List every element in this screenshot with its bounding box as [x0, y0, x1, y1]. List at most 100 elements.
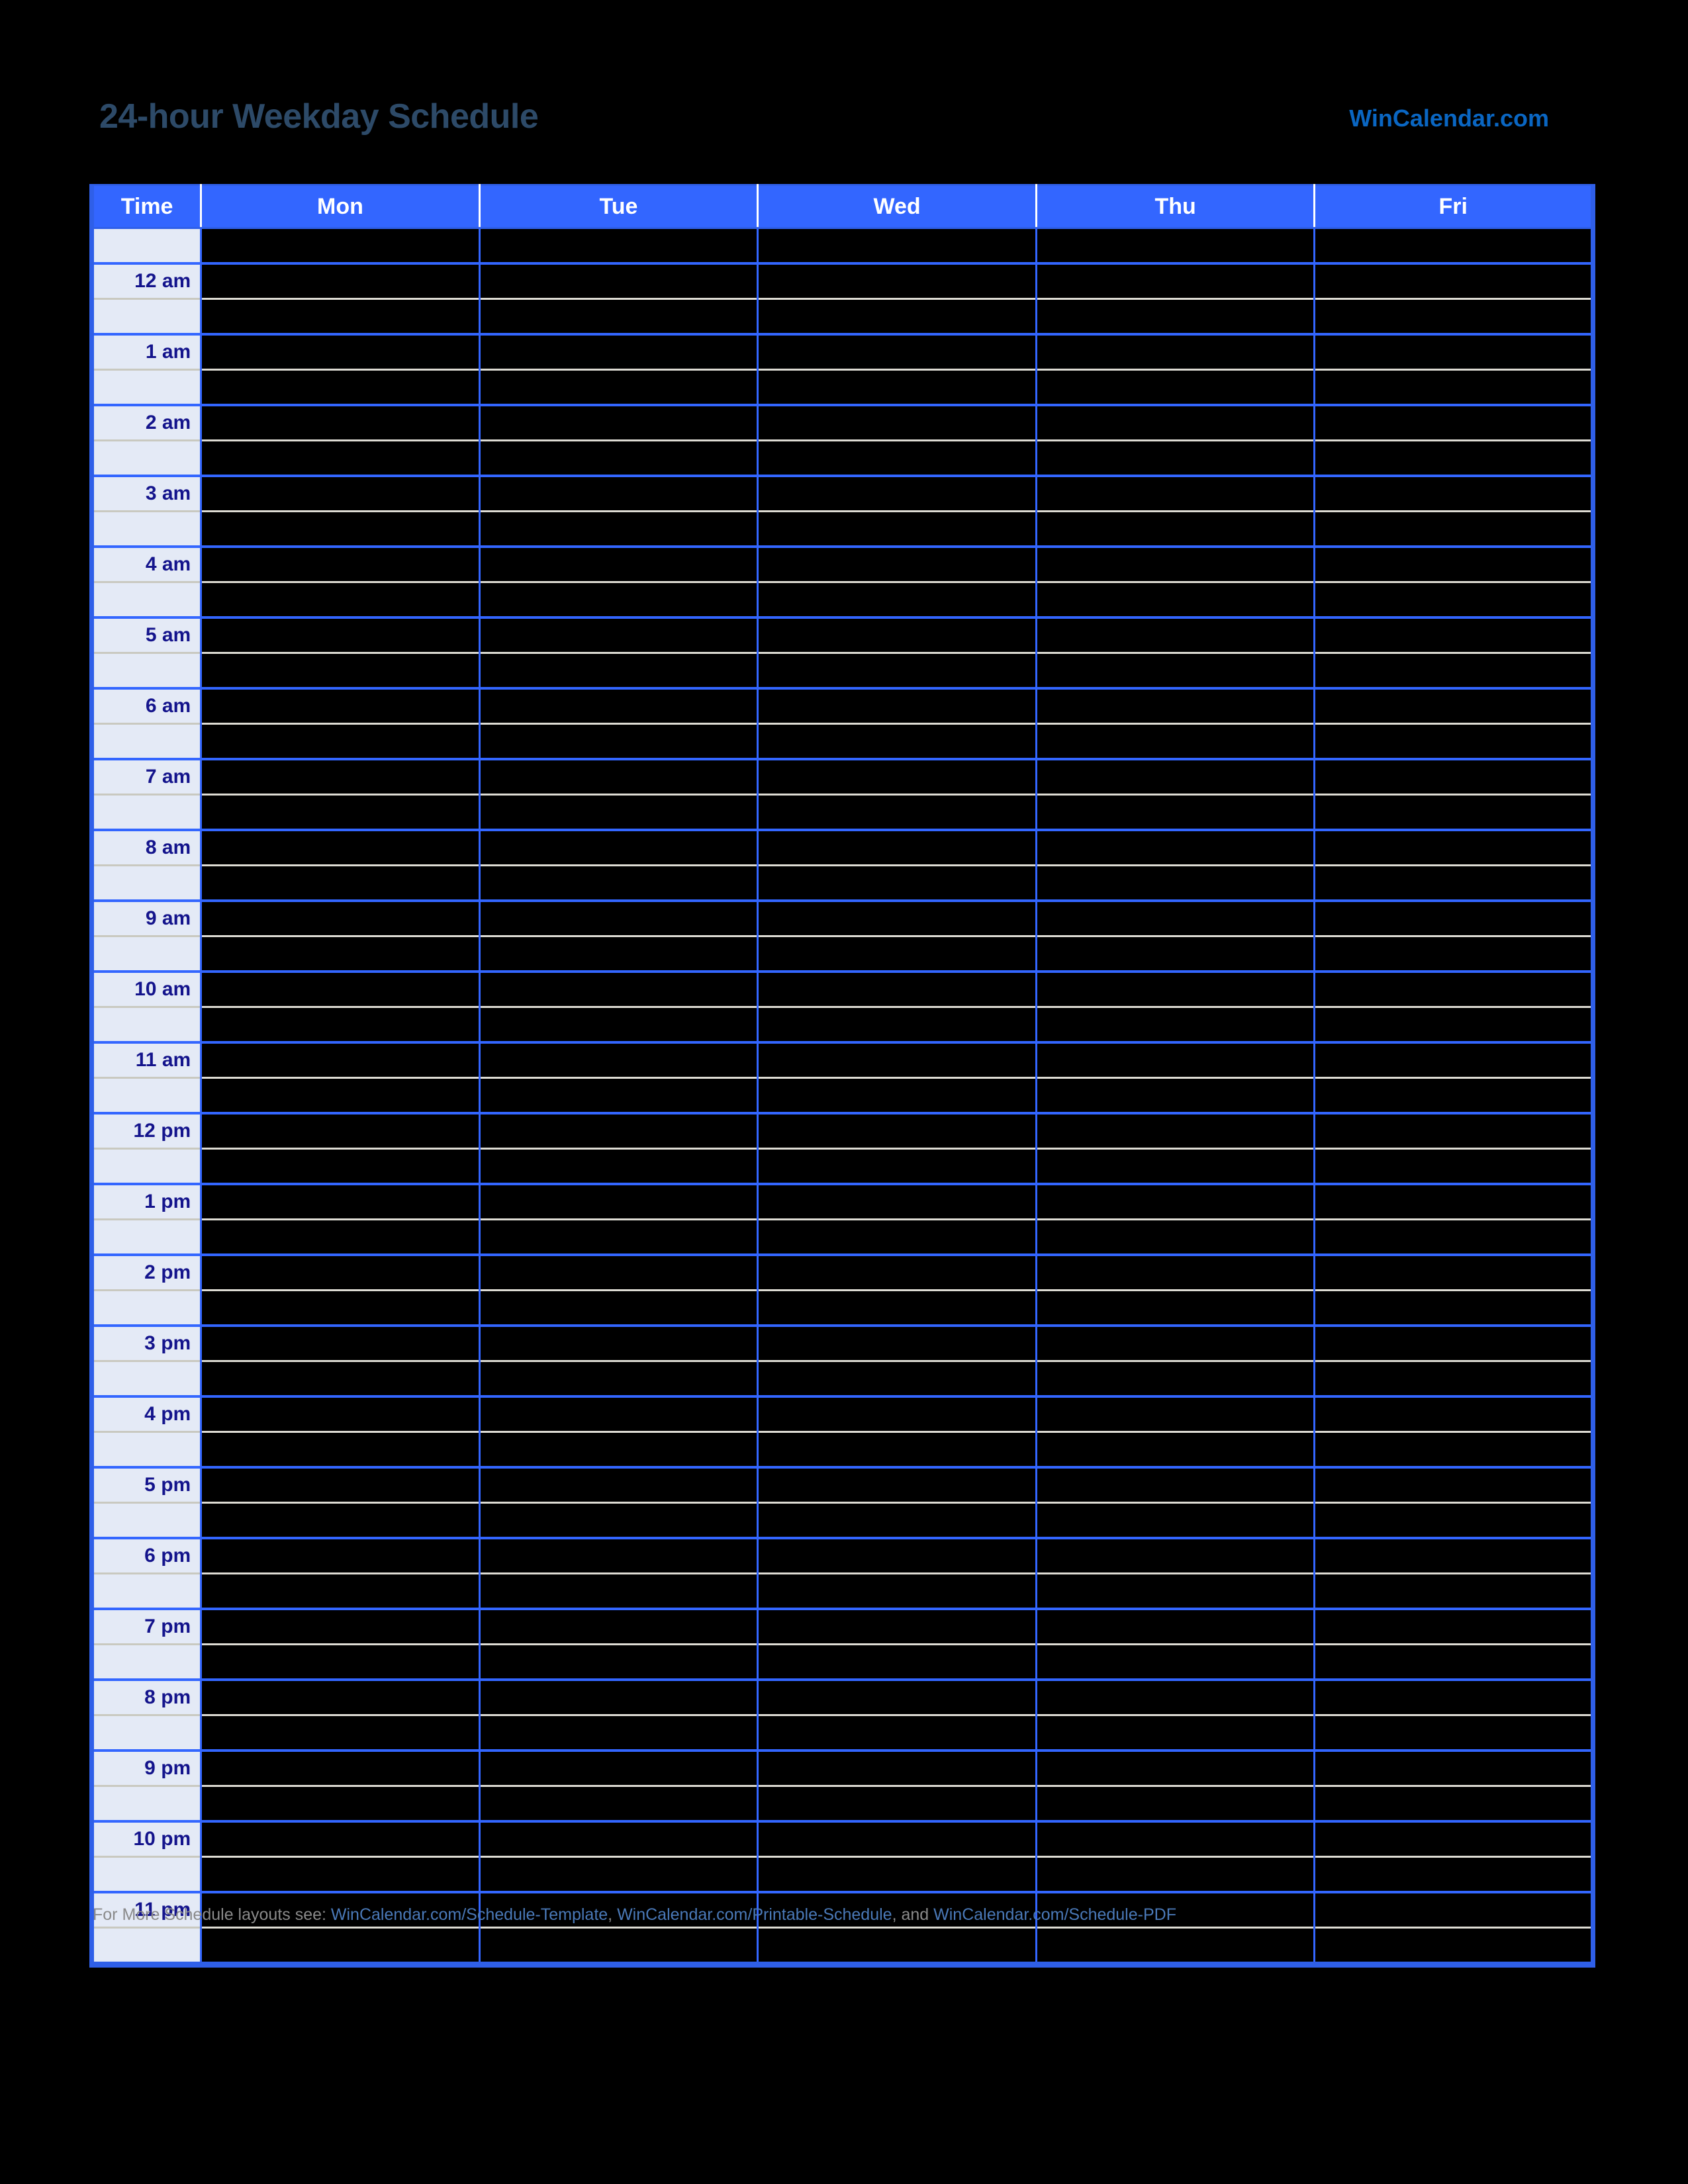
- schedule-cell[interactable]: [1036, 1927, 1316, 1965]
- schedule-cell[interactable]: [479, 1006, 759, 1042]
- schedule-cell[interactable]: [1314, 1678, 1593, 1715]
- schedule-cell[interactable]: [479, 369, 759, 405]
- schedule-cell[interactable]: [479, 1749, 759, 1786]
- schedule-cell[interactable]: [1314, 1324, 1593, 1361]
- schedule-cell[interactable]: [201, 439, 481, 476]
- schedule-cell[interactable]: [479, 1608, 759, 1645]
- schedule-cell[interactable]: [201, 935, 481, 972]
- schedule-cell[interactable]: [1036, 687, 1316, 724]
- schedule-cell[interactable]: [1314, 687, 1593, 724]
- schedule-cell[interactable]: [757, 1608, 1037, 1645]
- schedule-cell[interactable]: [1036, 581, 1316, 617]
- schedule-cell[interactable]: [1036, 1077, 1316, 1113]
- schedule-cell[interactable]: [201, 1537, 481, 1574]
- schedule-cell[interactable]: [1036, 1395, 1316, 1432]
- schedule-cell[interactable]: [1314, 1006, 1593, 1042]
- schedule-cell[interactable]: [201, 1006, 481, 1042]
- schedule-cell[interactable]: [1036, 1148, 1316, 1184]
- schedule-cell[interactable]: [479, 262, 759, 299]
- schedule-cell[interactable]: [757, 1112, 1037, 1149]
- schedule-cell[interactable]: [479, 1360, 759, 1396]
- schedule-cell[interactable]: [1036, 1006, 1316, 1042]
- schedule-cell[interactable]: [1314, 369, 1593, 405]
- schedule-cell[interactable]: [1314, 545, 1593, 582]
- schedule-cell[interactable]: [1036, 1502, 1316, 1538]
- schedule-cell[interactable]: [757, 1148, 1037, 1184]
- schedule-cell[interactable]: [479, 1431, 759, 1467]
- schedule-cell[interactable]: [201, 616, 481, 653]
- schedule-cell[interactable]: [479, 439, 759, 476]
- schedule-cell[interactable]: [479, 616, 759, 653]
- footer-link-schedule-pdf[interactable]: WinCalendar.com/Schedule-PDF: [933, 1905, 1176, 1924]
- schedule-cell[interactable]: [757, 1360, 1037, 1396]
- schedule-cell[interactable]: [1314, 1431, 1593, 1467]
- schedule-cell[interactable]: [1036, 369, 1316, 405]
- schedule-cell[interactable]: [479, 1643, 759, 1680]
- schedule-cell[interactable]: [1036, 510, 1316, 547]
- footer-link-printable-schedule[interactable]: WinCalendar.com/Printable-Schedule: [617, 1905, 892, 1924]
- schedule-cell[interactable]: [201, 404, 481, 441]
- schedule-cell[interactable]: [201, 1289, 481, 1326]
- schedule-cell[interactable]: [1036, 899, 1316, 936]
- schedule-cell[interactable]: [1314, 1608, 1593, 1645]
- schedule-cell[interactable]: [757, 1714, 1037, 1751]
- schedule-cell[interactable]: [479, 333, 759, 370]
- schedule-cell[interactable]: [479, 404, 759, 441]
- schedule-cell[interactable]: [1314, 829, 1593, 866]
- schedule-cell[interactable]: [201, 794, 481, 830]
- schedule-cell[interactable]: [757, 1218, 1037, 1255]
- schedule-cell[interactable]: [201, 829, 481, 866]
- schedule-cell[interactable]: [1314, 864, 1593, 901]
- schedule-cell[interactable]: [479, 935, 759, 972]
- schedule-cell[interactable]: [1314, 652, 1593, 688]
- schedule-cell[interactable]: [1036, 1183, 1316, 1220]
- schedule-cell[interactable]: [1036, 1218, 1316, 1255]
- schedule-cell[interactable]: [1314, 510, 1593, 547]
- schedule-cell[interactable]: [1314, 1537, 1593, 1574]
- schedule-cell[interactable]: [201, 1856, 481, 1892]
- schedule-cell[interactable]: [1314, 970, 1593, 1007]
- schedule-cell[interactable]: [757, 723, 1037, 759]
- schedule-cell[interactable]: [201, 1820, 481, 1857]
- schedule-cell[interactable]: [1314, 794, 1593, 830]
- schedule-cell[interactable]: [1036, 1289, 1316, 1326]
- schedule-cell[interactable]: [201, 298, 481, 334]
- schedule-cell[interactable]: [201, 1218, 481, 1255]
- schedule-cell[interactable]: [1314, 1502, 1593, 1538]
- schedule-cell[interactable]: [757, 1431, 1037, 1467]
- schedule-cell[interactable]: [479, 1183, 759, 1220]
- schedule-cell[interactable]: [757, 228, 1037, 263]
- schedule-cell[interactable]: [201, 1148, 481, 1184]
- schedule-cell[interactable]: [201, 1112, 481, 1149]
- schedule-cell[interactable]: [479, 970, 759, 1007]
- schedule-cell[interactable]: [1036, 1537, 1316, 1574]
- schedule-cell[interactable]: [201, 369, 481, 405]
- schedule-cell[interactable]: [757, 1820, 1037, 1857]
- schedule-cell[interactable]: [757, 1785, 1037, 1821]
- schedule-cell[interactable]: [201, 1077, 481, 1113]
- schedule-cell[interactable]: [1314, 298, 1593, 334]
- schedule-cell[interactable]: [757, 369, 1037, 405]
- schedule-cell[interactable]: [479, 652, 759, 688]
- schedule-cell[interactable]: [1314, 1218, 1593, 1255]
- schedule-cell[interactable]: [1314, 1360, 1593, 1396]
- schedule-cell[interactable]: [1036, 404, 1316, 441]
- schedule-cell[interactable]: [1314, 1077, 1593, 1113]
- schedule-cell[interactable]: [1314, 262, 1593, 299]
- schedule-cell[interactable]: [757, 545, 1037, 582]
- schedule-cell[interactable]: [757, 1006, 1037, 1042]
- schedule-cell[interactable]: [1036, 1856, 1316, 1892]
- schedule-cell[interactable]: [479, 1820, 759, 1857]
- schedule-cell[interactable]: [757, 439, 1037, 476]
- schedule-cell[interactable]: [479, 829, 759, 866]
- schedule-cell[interactable]: [479, 1041, 759, 1078]
- schedule-cell[interactable]: [757, 581, 1037, 617]
- schedule-cell[interactable]: [201, 899, 481, 936]
- schedule-cell[interactable]: [1036, 262, 1316, 299]
- schedule-cell[interactable]: [479, 794, 759, 830]
- schedule-cell[interactable]: [1036, 1643, 1316, 1680]
- schedule-cell[interactable]: [201, 1253, 481, 1291]
- schedule-cell[interactable]: [757, 1856, 1037, 1892]
- schedule-cell[interactable]: [201, 475, 481, 512]
- schedule-cell[interactable]: [1036, 1678, 1316, 1715]
